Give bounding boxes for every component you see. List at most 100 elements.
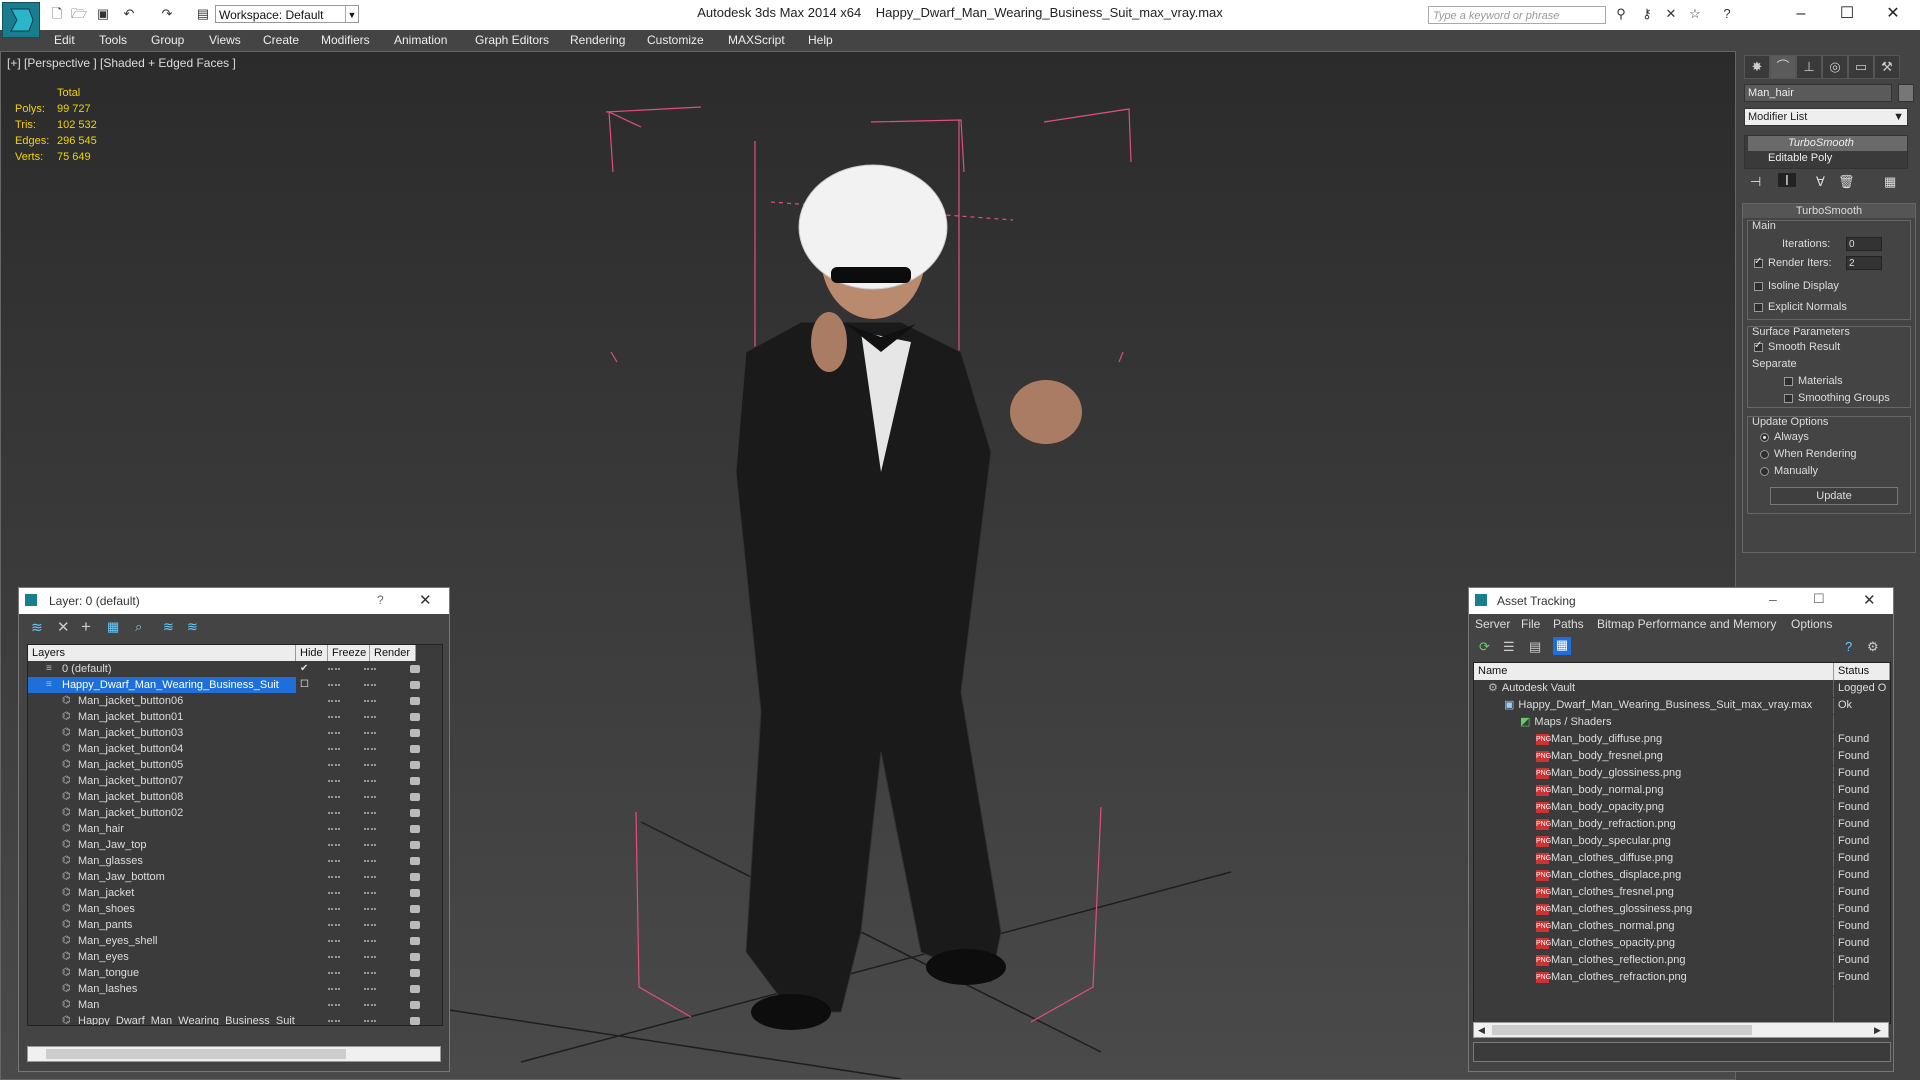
rollout-title[interactable]: TurboSmooth (1743, 204, 1915, 218)
menu-customize[interactable]: Customize (647, 30, 704, 50)
freeze-toggle[interactable] (364, 700, 376, 703)
hide-toggle[interactable] (328, 988, 340, 991)
utilities-tab-icon[interactable]: ⚒ (1874, 55, 1900, 79)
render-teapot-icon[interactable] (410, 1017, 420, 1025)
hide-toggle[interactable] (328, 748, 340, 751)
render-teapot-icon[interactable] (410, 857, 420, 865)
asset-row[interactable]: PNGMan_body_normal.png Found (1474, 782, 1890, 800)
hide-toggle[interactable] (328, 780, 340, 783)
layer-row[interactable]: ⌬ Man_jacket_button07 (28, 773, 440, 789)
layer-name[interactable]: Man_shoes (78, 901, 135, 917)
minimize-icon[interactable]: – (1786, 2, 1816, 26)
layer-name[interactable]: Man_Jaw_top (78, 837, 147, 853)
create-tab-icon[interactable]: ✸ (1744, 55, 1770, 79)
freeze-toggle[interactable] (364, 892, 376, 895)
menu-tools[interactable]: Tools (99, 30, 127, 50)
scrollbar-thumb[interactable] (1492, 1025, 1752, 1035)
app-logo[interactable] (2, 2, 40, 38)
layer-row[interactable]: ⌬ Man (28, 997, 440, 1013)
update-button[interactable]: Update (1770, 487, 1898, 505)
column-freeze[interactable]: Freeze (328, 645, 370, 661)
refresh-icon[interactable]: ⟳ (1479, 639, 1490, 655)
menu-file[interactable]: File (1521, 617, 1540, 631)
render-iters-spinner[interactable]: 2 (1846, 256, 1882, 270)
horizontal-scrollbar[interactable]: ◀ ▶ (1473, 1022, 1889, 1038)
freeze-toggle[interactable] (364, 684, 376, 687)
menu-bitmap-performance[interactable]: Bitmap Performance and Memory (1597, 617, 1776, 631)
hide-toggle[interactable] (328, 860, 340, 863)
freeze-toggle[interactable] (364, 796, 376, 799)
asset-row[interactable]: PNGMan_clothes_refraction.png Found (1474, 969, 1890, 987)
asset-row[interactable]: PNGMan_clothes_reflection.png Found (1474, 952, 1890, 970)
layer-row[interactable]: ≡ Happy_Dwarf_Man_Wearing_Business_Suit ☐ (28, 677, 420, 693)
asset-row[interactable]: ▣ Happy_Dwarf_Man_Wearing_Business_Suit_m… (1474, 697, 1890, 715)
when-rendering-radio[interactable] (1760, 450, 1769, 459)
hide-all-icon[interactable]: ≋ (163, 619, 174, 635)
layer-row[interactable]: ⌬ Man_Jaw_top (28, 837, 440, 853)
hierarchy-tab-icon[interactable]: ⊥ (1796, 55, 1822, 79)
asset-row[interactable]: PNGMan_body_fresnel.png Found (1474, 748, 1890, 766)
layer-name[interactable]: Man_jacket_button03 (78, 725, 183, 741)
layer-name[interactable]: Man_jacket_button07 (78, 773, 183, 789)
object-color-swatch[interactable] (1898, 84, 1914, 102)
layer-row[interactable]: ⌬ Man_jacket_button01 (28, 709, 440, 725)
close-icon[interactable]: ✕ (1878, 2, 1908, 26)
render-teapot-icon[interactable] (410, 905, 420, 913)
maximize-icon[interactable]: ☐ (1813, 591, 1825, 607)
hide-toggle[interactable] (328, 924, 340, 927)
asset-row[interactable]: PNGMan_clothes_displace.png Found (1474, 867, 1890, 885)
hide-toggle[interactable] (328, 1004, 340, 1007)
render-teapot-icon[interactable] (410, 793, 420, 801)
render-teapot-icon[interactable] (410, 761, 420, 769)
asset-row[interactable]: PNGMan_body_glossiness.png Found (1474, 765, 1890, 783)
table-view-icon[interactable]: ▦ (1553, 637, 1571, 655)
layer-name[interactable]: Man_jacket_button01 (78, 709, 183, 725)
make-unique-icon[interactable]: ∀ (1816, 175, 1825, 189)
layer-row[interactable]: ⌬ Man_tongue (28, 965, 440, 981)
asset-row[interactable]: PNGMan_body_opacity.png Found (1474, 799, 1890, 817)
asset-row[interactable]: PNGMan_clothes_diffuse.png Found (1474, 850, 1890, 868)
materials-checkbox[interactable] (1784, 377, 1793, 386)
render-teapot-icon[interactable] (410, 985, 420, 993)
layer-row[interactable]: ⌬ Man_Jaw_bottom (28, 869, 440, 885)
freeze-toggle[interactable] (364, 940, 376, 943)
layer-row[interactable]: ⌬ Man_jacket_button03 (28, 725, 440, 741)
freeze-toggle[interactable] (364, 844, 376, 847)
render-teapot-icon[interactable] (410, 921, 420, 929)
hide-toggle[interactable] (328, 796, 340, 799)
render-teapot-icon[interactable] (410, 681, 420, 689)
manually-radio[interactable] (1760, 467, 1769, 476)
asset-row[interactable]: PNGMan_clothes_opacity.png Found (1474, 935, 1890, 953)
layer-name[interactable]: Man_lashes (78, 981, 137, 997)
layer-row[interactable]: ⌬ Man_eyes (28, 949, 440, 965)
asset-row[interactable]: PNGMan_body_refraction.png Found (1474, 816, 1890, 834)
hide-toggle[interactable] (328, 764, 340, 767)
render-iters-checkbox[interactable] (1754, 256, 1763, 268)
explicit-normals-checkbox[interactable] (1754, 303, 1763, 312)
hide-toggle[interactable] (328, 908, 340, 911)
freeze-toggle[interactable] (364, 988, 376, 991)
settings-icon[interactable]: ⚙ (1867, 639, 1879, 655)
layer-row[interactable]: ⌬ Man_hair (28, 821, 440, 837)
close-icon[interactable]: ✕ (1863, 591, 1876, 609)
object-name-field[interactable]: Man_hair (1744, 84, 1892, 102)
freeze-all-icon[interactable]: ≋ (187, 619, 198, 635)
layer-dialog-titlebar[interactable]: Layer: 0 (default) ? ✕ (19, 588, 449, 614)
menu-graph-editors[interactable]: Graph Editors (475, 30, 549, 50)
modifier-list-dropdown[interactable]: Modifier List ▼ (1744, 108, 1908, 126)
layer-row[interactable]: ⌬ Man_jacket_button04 (28, 741, 440, 757)
hide-toggle[interactable] (328, 668, 340, 671)
help-icon[interactable]: ? (1718, 6, 1736, 22)
render-teapot-icon[interactable] (410, 889, 420, 897)
display-tab-icon[interactable]: ▭ (1848, 55, 1874, 79)
column-status[interactable]: Status (1834, 663, 1890, 680)
scroll-right-icon[interactable]: ▶ (1874, 1025, 1881, 1036)
layer-name[interactable]: Man_pants (78, 917, 132, 933)
column-render[interactable]: Render (370, 645, 416, 661)
search-input[interactable]: Type a keyword or phrase (1428, 6, 1606, 24)
remove-modifier-icon[interactable]: 🗑 (1838, 175, 1855, 189)
menu-help[interactable]: Help (808, 30, 833, 50)
layer-name[interactable]: Happy_Dwarf_Man_Wearing_Business_Suit (78, 1013, 295, 1025)
help-icon[interactable]: ? (377, 593, 384, 607)
freeze-toggle[interactable] (364, 924, 376, 927)
